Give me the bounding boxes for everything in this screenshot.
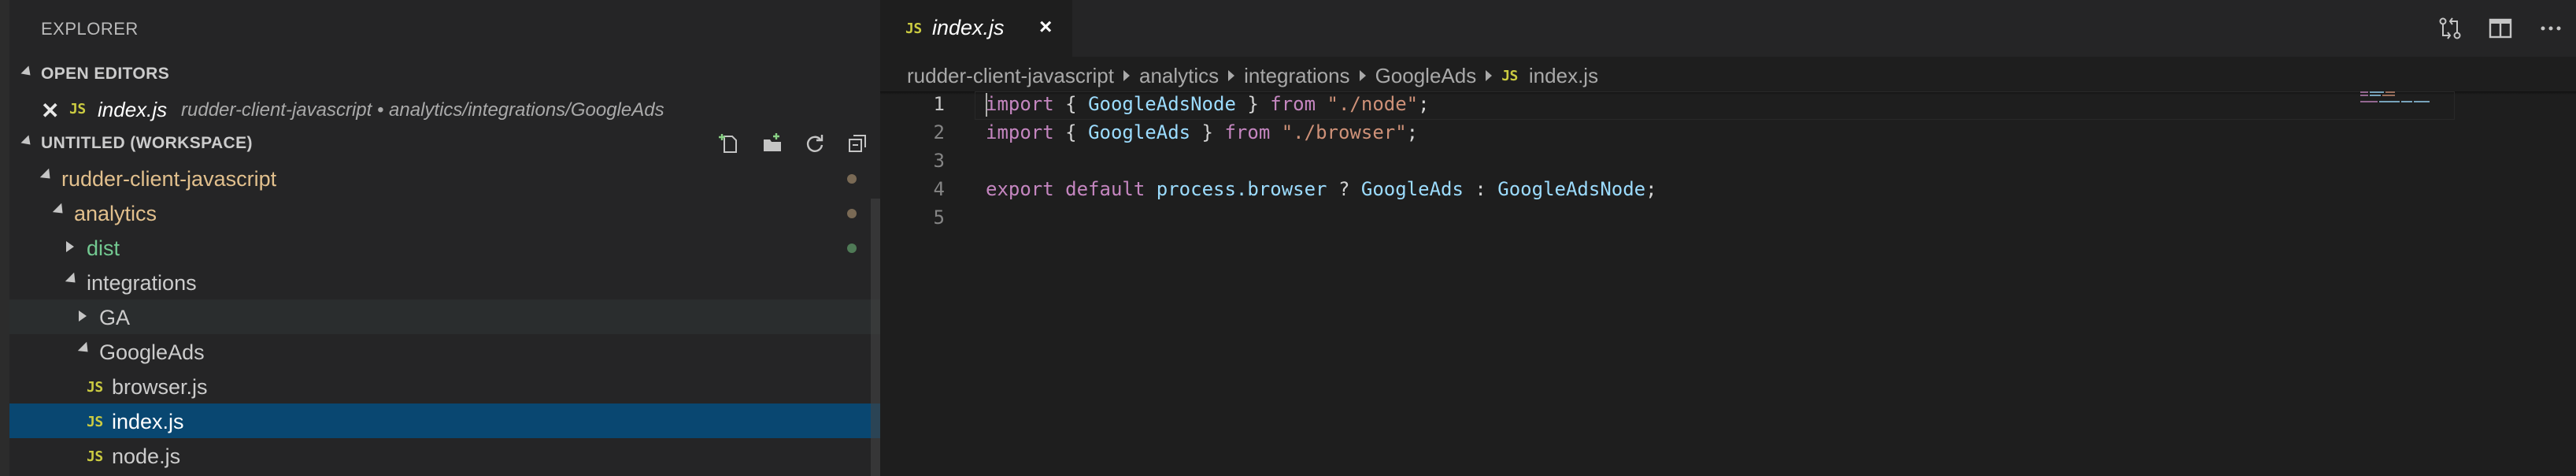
tree-folder-analytics[interactable]: analytics (9, 195, 880, 230)
chevron-right-icon (1123, 70, 1130, 81)
code-line[interactable]: 1 import { GoogleAdsNode } from "./node"… (880, 91, 2455, 120)
tree-folder-googleads[interactable]: GoogleAds (9, 334, 880, 369)
chevron-right-icon (66, 241, 74, 252)
modified-dot (847, 174, 857, 184)
js-file-icon: JS (87, 448, 103, 465)
tree-file-index-js[interactable]: JS index.js (9, 403, 880, 438)
code-text[interactable]: import { GoogleAdsNode } from "./node"; (986, 93, 1430, 115)
untracked-dot (847, 244, 857, 253)
activity-bar-edge (0, 0, 9, 476)
tree-label: index.js (112, 410, 184, 433)
line-number: 5 (933, 206, 945, 229)
chevron-down-icon (77, 341, 93, 357)
tab-bar: JS index.js × (880, 0, 2576, 57)
js-file-icon: JS (905, 20, 922, 37)
minimap[interactable] (2360, 90, 2471, 109)
split-editor-icon[interactable] (2475, 11, 2526, 46)
more-actions-icon[interactable] (2526, 11, 2576, 46)
new-folder-icon[interactable] (751, 131, 794, 156)
close-icon[interactable]: ✕ (41, 98, 59, 124)
tree-label: GoogleAds (99, 340, 205, 364)
chevron-right-icon (1359, 70, 1366, 81)
breadcrumb: rudder-client-javascript analytics integ… (907, 60, 1598, 91)
workspace-header[interactable]: UNTITLED (WORKSPACE) (9, 126, 880, 161)
tab-index-js[interactable]: JS index.js × (880, 0, 1072, 57)
js-file-icon: JS (87, 379, 103, 396)
chevron-down-icon (39, 168, 55, 184)
tree-label: integrations (87, 271, 197, 295)
tree-label: GA (99, 306, 131, 329)
explorer-sidebar: EXPLORER OPEN EDITORS ✕ JS index.js rudd… (9, 0, 882, 476)
tree-file-browser-js[interactable]: JS browser.js (9, 369, 880, 403)
modified-dot (847, 209, 857, 218)
open-editors-label: OPEN EDITORS (41, 65, 170, 83)
tree-file-node-js[interactable]: JS node.js (9, 438, 880, 473)
code-text[interactable]: export default process.browser ? GoogleA… (986, 178, 1657, 200)
code-line[interactable]: 4 export default process.browser ? Googl… (880, 177, 2455, 205)
js-file-icon: JS (1501, 67, 1518, 84)
breadcrumb-item[interactable]: rudder-client-javascript (907, 64, 1114, 88)
tree-label: dist (87, 236, 120, 260)
code-line[interactable]: 3 (880, 148, 2455, 177)
breadcrumb-item[interactable]: integrations (1244, 64, 1349, 88)
close-icon[interactable]: × (1039, 14, 1052, 39)
collapse-all-icon[interactable] (836, 131, 879, 156)
code-text[interactable]: import { GoogleAds } from "./browser"; (986, 121, 1418, 143)
chevron-down-icon (52, 203, 68, 218)
line-number: 1 (933, 93, 945, 115)
breadcrumb-item[interactable]: GoogleAds (1375, 64, 1477, 88)
new-file-icon[interactable] (709, 131, 751, 156)
js-file-icon: JS (69, 101, 86, 117)
refresh-icon[interactable] (794, 131, 836, 156)
tree-folder-dist[interactable]: dist (9, 230, 880, 265)
breadcrumb-file[interactable]: index.js (1529, 64, 1598, 88)
chevron-down-icon (20, 65, 35, 80)
explorer-title: EXPLORER (41, 19, 139, 39)
line-number: 2 (933, 121, 945, 143)
line-number: 3 (933, 150, 945, 172)
text-cursor (986, 93, 987, 117)
open-editor-item[interactable]: ✕ JS index.js rudder-client-javascript •… (9, 91, 880, 126)
js-file-icon: JS (87, 414, 103, 430)
tree-folder-rudder-client-javascript[interactable]: rudder-client-javascript (9, 161, 880, 195)
chevron-down-icon (20, 135, 35, 149)
editor-area: JS index.js × rudder-client-javascript a… (880, 0, 2576, 476)
open-editor-filename: index.js (98, 98, 168, 121)
chevron-right-icon (1486, 70, 1493, 81)
code-line[interactable]: 5 (880, 205, 2455, 233)
line-number: 4 (933, 178, 945, 200)
tree-folder-integrations[interactable]: integrations (9, 265, 880, 299)
open-changes-icon[interactable] (2425, 11, 2475, 46)
open-editor-path: rudder-client-javascript • analytics/int… (181, 99, 664, 121)
workspace-label: UNTITLED (WORKSPACE) (41, 134, 253, 152)
tree-label: rudder-client-javascript (61, 167, 277, 191)
breadcrumb-item[interactable]: analytics (1139, 64, 1219, 88)
tree-folder-ga[interactable]: GA (9, 299, 880, 334)
code-line[interactable]: 2 import { GoogleAds } from "./browser"; (880, 120, 2455, 148)
tree-label: browser.js (112, 375, 208, 399)
chevron-right-icon (1228, 70, 1235, 81)
open-editors-header[interactable]: OPEN EDITORS (9, 57, 880, 91)
chevron-down-icon (65, 272, 80, 288)
tree-label: analytics (74, 202, 157, 225)
chevron-right-icon (79, 311, 87, 322)
tab-label: index.js (932, 16, 1005, 39)
tree-label: node.js (112, 444, 181, 468)
